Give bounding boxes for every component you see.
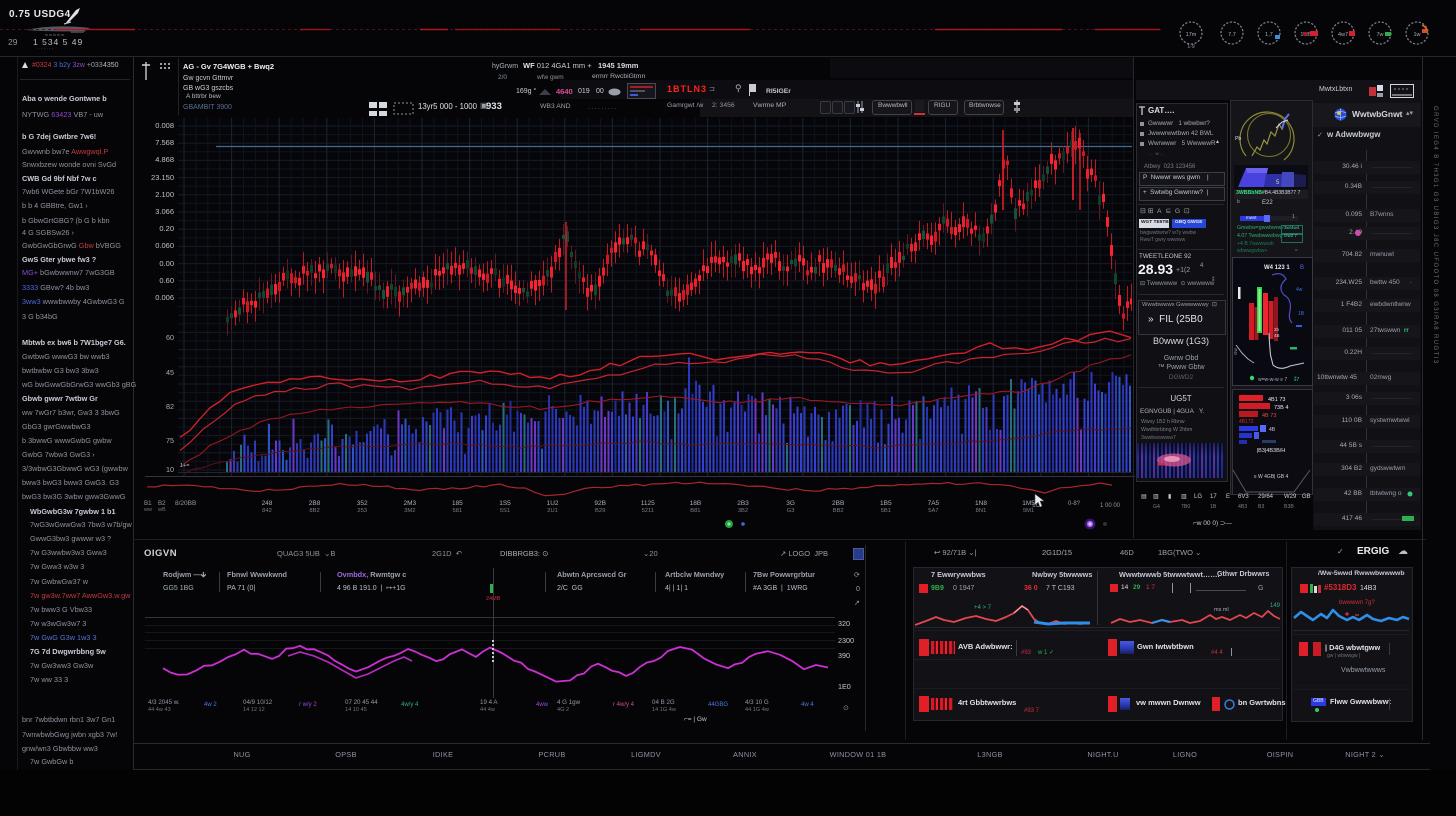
svg-text:⁑7: ⁑7	[1294, 376, 1300, 383]
svg-text:W4 123 1: W4 123 1	[1264, 265, 1290, 271]
svg-text:B: B	[1300, 265, 1304, 271]
svg-text:4B173: 4B173	[1239, 419, 1254, 425]
svg-text:7.7: 7.7	[1228, 32, 1236, 38]
svg-text:1-9: 1-9	[1187, 44, 1194, 50]
svg-text:Pb: Pb	[1235, 136, 1241, 142]
svg-text:Gw: Gw	[1233, 347, 1238, 355]
svg-text:73B 4: 73B 4	[1274, 405, 1288, 411]
svg-text:4B: 4B	[1269, 427, 1276, 433]
svg-text:4w7: 4w7	[1338, 32, 1348, 38]
svg-text:2b: 2b	[1274, 327, 1280, 332]
svg-text:w=w-w-w ≡ 7: w=w-w-w ≡ 7	[1258, 377, 1287, 383]
svg-text:≡ W 4GB| GB 4: ≡ W 4GB| GB 4	[1254, 474, 1289, 480]
svg-text:1,7: 1,7	[1265, 32, 1273, 38]
svg-text:1w: 1w	[1413, 32, 1420, 38]
svg-text:+4 > 7: +4 > 7	[974, 605, 992, 611]
svg-text:4B1 73: 4B1 73	[1268, 397, 1285, 403]
svg-text:ms ml: ms ml	[1214, 607, 1229, 613]
svg-text:4w: 4w	[1296, 287, 1303, 293]
svg-text:4B: 4B	[1274, 333, 1280, 338]
svg-text:|B3|4B3B/H: |B3|4B3B/H	[1257, 448, 1286, 454]
svg-text:149: 149	[1270, 603, 1281, 609]
svg-text:17m: 17m	[1186, 32, 1197, 38]
svg-text:4B 73: 4B 73	[1262, 413, 1276, 419]
svg-text:1B: 1B	[1298, 311, 1305, 317]
svg-text:7w: 7w	[1376, 32, 1383, 38]
